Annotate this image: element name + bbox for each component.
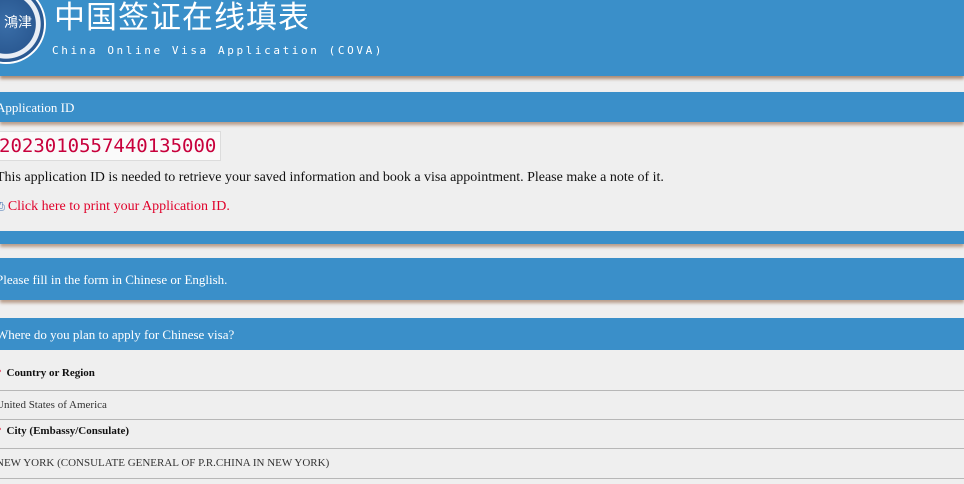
application-id-note: This application ID is needed to retriev…: [0, 170, 664, 185]
apply-location-section-label: Where do you plan to apply for Chinese v…: [0, 327, 235, 342]
divider: [0, 448, 964, 449]
required-marker: *: [0, 425, 2, 437]
site-title-english: China Online Visa Application (COVA): [52, 44, 385, 57]
site-header: 鴻津 中国签证在线填表 China Online Visa Applicatio…: [0, 0, 964, 76]
required-marker: *: [0, 367, 2, 379]
site-title-chinese: 中国签证在线填表: [54, 0, 310, 36]
city-field-label: * City (Embassy/Consulate): [0, 425, 129, 437]
print-link-label: Click here to print your Application ID.: [7, 199, 230, 214]
city-select[interactable]: NEW YORK (CONSULATE GENERAL OF P.R.CHINA…: [0, 457, 964, 469]
divider: [0, 419, 964, 420]
fill-instructions-text: Please fill in the form in Chinese or En…: [0, 272, 228, 287]
country-field-label: * Country or Region: [0, 367, 95, 379]
divider: [0, 390, 964, 391]
ministry-emblem-icon: 鴻津: [0, 0, 46, 64]
apply-location-section-header: Where do you plan to apply for Chinese v…: [0, 318, 964, 350]
application-id-value: 2023010557440135000: [0, 131, 222, 161]
application-id-section-label: Application ID: [0, 100, 75, 115]
section-divider-bar: [0, 231, 964, 244]
country-select[interactable]: United States of America: [0, 399, 964, 411]
application-id-section-header: Application ID: [0, 92, 964, 122]
divider: [0, 478, 964, 479]
printer-icon: ⎙: [0, 200, 5, 213]
country-label-text: Country or Region: [6, 367, 95, 379]
print-application-id-link[interactable]: ⎙ Click here to print your Application ID…: [0, 199, 230, 215]
logo-text: 鴻津: [4, 15, 32, 31]
fill-instructions-bar: Please fill in the form in Chinese or En…: [0, 258, 964, 300]
city-label-text: City (Embassy/Consulate): [6, 425, 130, 437]
